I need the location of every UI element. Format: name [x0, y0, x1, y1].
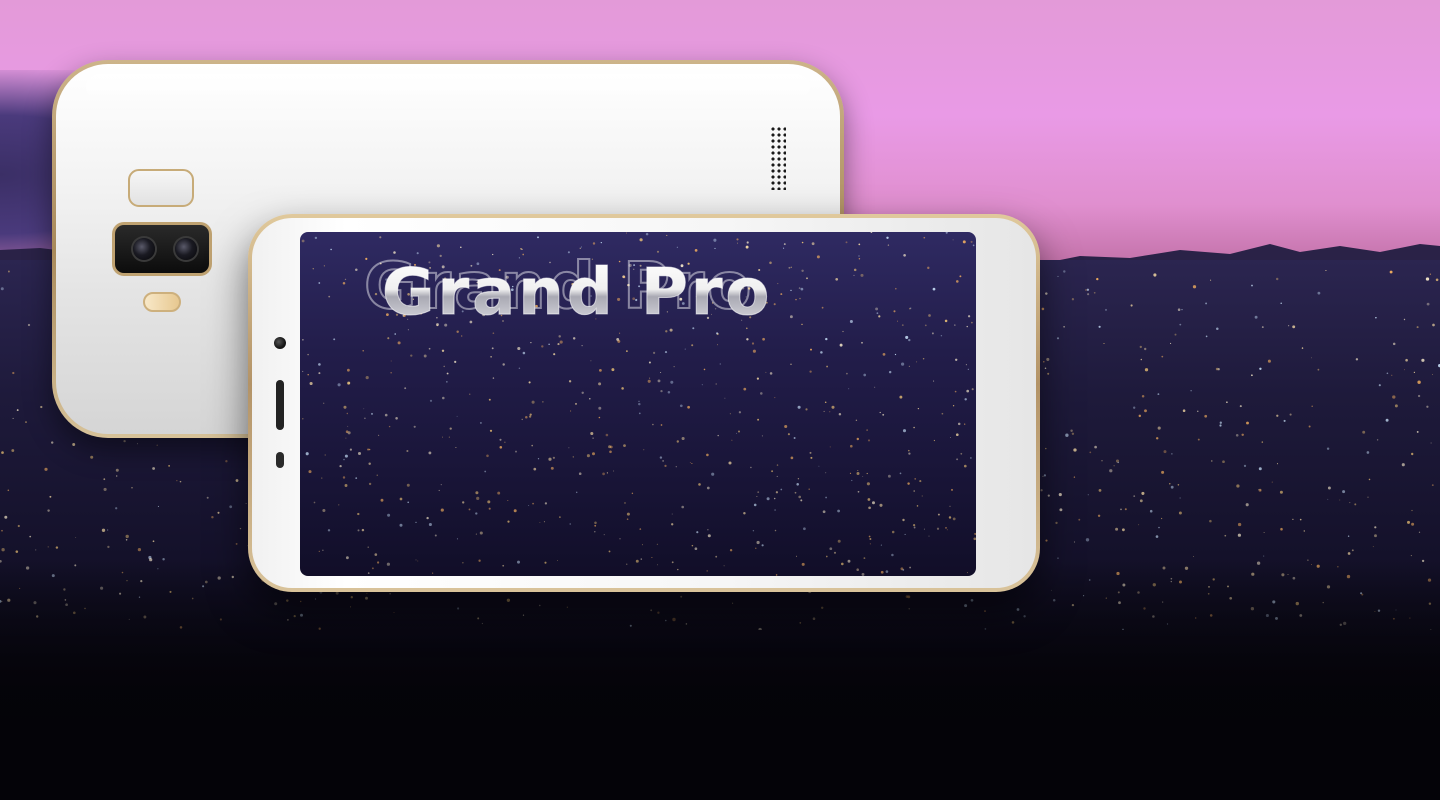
dual-camera-icon: [112, 222, 212, 276]
product-title-text: Grand Pro: [382, 256, 772, 330]
phone-front-body: Grand Pro Grand Pro: [252, 218, 1036, 588]
earpiece-icon: [276, 380, 284, 430]
gloss-highlight: [86, 74, 810, 100]
camera-lens-icon: [133, 238, 155, 260]
speaker-grille-icon: [770, 126, 786, 190]
phone-front-view: Grand Pro Grand Pro: [248, 214, 1040, 592]
hero-banner: Grand Pro Grand Pro: [0, 0, 1440, 800]
camera-lens-icon: [175, 238, 197, 260]
flash-icon: [128, 169, 194, 207]
bottom-fade: [0, 560, 1440, 800]
product-title: Grand Pro Grand Pro: [363, 249, 772, 331]
proximity-sensor-icon: [276, 452, 284, 468]
led-flash-icon: [143, 292, 181, 312]
phone-screen: Grand Pro Grand Pro: [300, 232, 976, 576]
front-camera-icon: [274, 337, 286, 349]
